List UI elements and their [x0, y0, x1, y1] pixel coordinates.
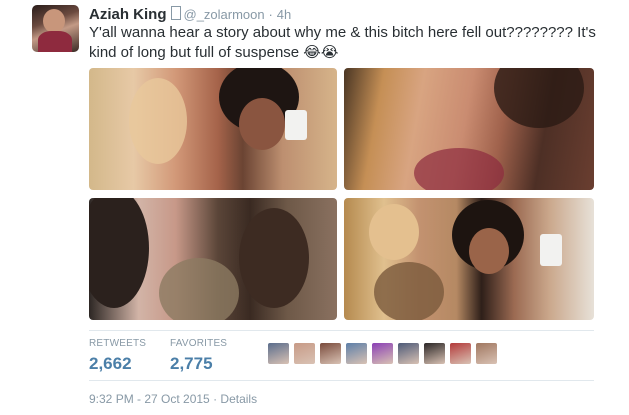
- user-avatar-icon[interactable]: [294, 343, 315, 364]
- tweet-full-timestamp: 9:32 PM - 27 Oct 2015: [89, 392, 210, 406]
- photo-grid: [89, 68, 594, 320]
- details-link[interactable]: Details: [220, 392, 257, 406]
- user-avatar-icon[interactable]: [346, 343, 367, 364]
- photo-2-figure: [494, 68, 584, 128]
- photo-1[interactable]: [89, 68, 337, 190]
- user-avatar-icon[interactable]: [424, 343, 445, 364]
- stats-divider-bottom: [89, 380, 594, 381]
- retweets-count[interactable]: 2,662: [89, 352, 146, 376]
- photo-3-figure: [239, 208, 309, 308]
- footer-separator: ·: [213, 392, 218, 406]
- photo-4-figure: [469, 228, 509, 274]
- header-separator: ·: [268, 7, 273, 22]
- user-avatar-icon[interactable]: [320, 343, 341, 364]
- favorites-count[interactable]: 2,775: [170, 352, 227, 376]
- missing-glyph-icon: [170, 6, 181, 20]
- favorites-stat[interactable]: FAVORITES 2,775: [170, 338, 227, 376]
- photo-4-figure: [369, 204, 419, 260]
- retweets-label: RETWEETS: [89, 338, 147, 349]
- photo-2-figure: [414, 148, 504, 190]
- stats-divider-top: [89, 330, 594, 331]
- photo-3[interactable]: [89, 198, 337, 320]
- retweets-stat[interactable]: RETWEETS 2,662: [89, 338, 146, 376]
- photo-3-figure: [89, 198, 149, 308]
- phone-icon: [285, 110, 307, 140]
- photo-2[interactable]: [344, 68, 594, 190]
- user-avatar-icon[interactable]: [398, 343, 419, 364]
- author-avatar[interactable]: [32, 5, 79, 52]
- author-name[interactable]: Aziah King: [89, 6, 167, 23]
- photo-4-figure: [374, 262, 444, 320]
- tweet-text: Y'all wanna hear a story about why me & …: [89, 24, 596, 61]
- author-handle[interactable]: @_zolarmoon: [184, 7, 265, 22]
- tweet-timestamp[interactable]: 4h: [277, 7, 291, 22]
- tweet-header: Aziah King @_zolarmoon · 4h: [89, 5, 291, 24]
- user-avatar-icon[interactable]: [450, 343, 471, 364]
- phone-icon: [540, 234, 562, 266]
- user-avatar-icon[interactable]: [268, 343, 289, 364]
- tweet-footer: 9:32 PM - 27 Oct 2015 · Details: [89, 392, 257, 406]
- favorites-label: FAVORITES: [170, 338, 228, 349]
- user-avatar-icon[interactable]: [372, 343, 393, 364]
- photo-1-figure: [129, 78, 187, 164]
- photo-1-figure: [239, 98, 285, 150]
- photo-4[interactable]: [344, 198, 594, 320]
- photo-3-figure: [159, 258, 239, 320]
- user-avatar-icon[interactable]: [476, 343, 497, 364]
